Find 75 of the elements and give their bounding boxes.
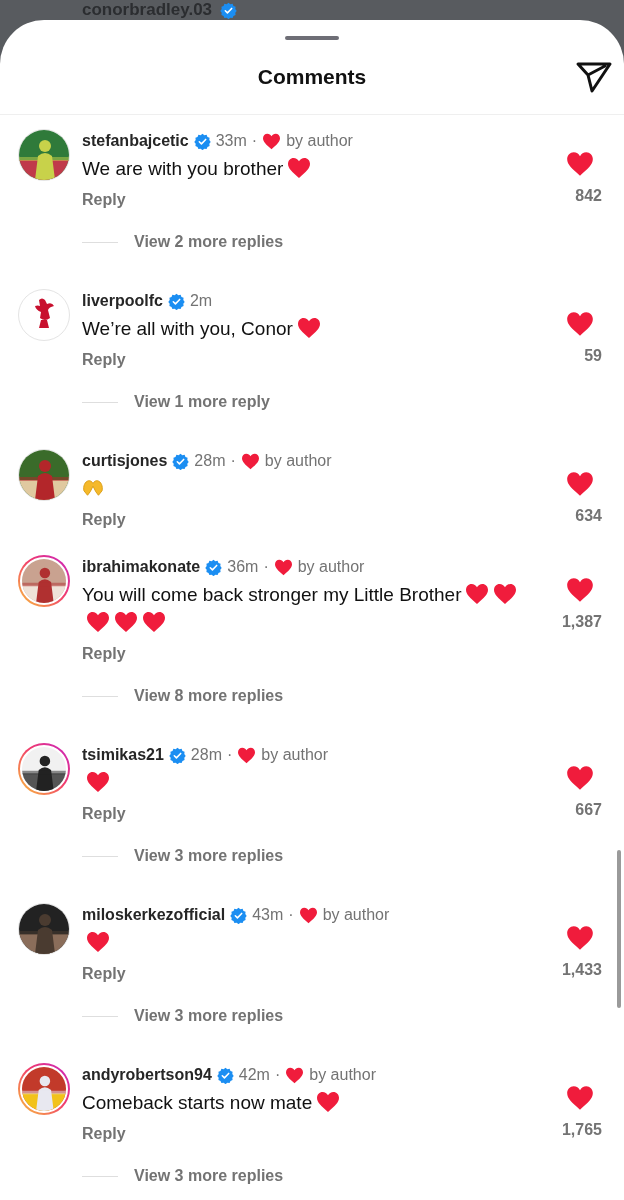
hands-emoji-icon — [82, 478, 104, 498]
separator-dot: · — [226, 746, 233, 764]
reply-link[interactable]: Reply — [82, 511, 126, 529]
comment-time: 43m — [252, 906, 284, 924]
like-button[interactable] — [566, 765, 594, 791]
heart-emoji-icon — [296, 317, 321, 339]
liked-by-author-label: by author — [297, 558, 365, 576]
separator-dot: · — [230, 452, 236, 470]
heart-emoji-icon — [142, 611, 166, 633]
comment-text: We’re all with you, Conor — [82, 318, 293, 339]
liked-by-author-label: by author — [261, 746, 328, 764]
drag-handle[interactable] — [285, 36, 339, 40]
sheet-title: Comments — [256, 65, 368, 89]
like-count: 1,433 — [561, 961, 602, 979]
separator-dot: · — [251, 132, 258, 150]
separator-dot: · — [263, 558, 269, 576]
reply-link[interactable]: Reply — [82, 805, 126, 823]
send-icon[interactable] — [575, 60, 613, 94]
reply-link[interactable]: Reply — [82, 965, 126, 983]
heart-emoji-icon — [86, 771, 110, 793]
comment-text: We are with you brother — [82, 158, 284, 179]
like-button[interactable] — [566, 471, 594, 497]
heart-emoji-icon — [86, 931, 110, 953]
user-avatar[interactable] — [18, 903, 70, 955]
comment-time: 28m — [194, 452, 226, 470]
like-count: 667 — [575, 801, 602, 819]
user-avatar[interactable] — [18, 555, 70, 607]
view-replies-link[interactable]: View 2 more replies — [134, 233, 284, 251]
liked-by-author-label: by author — [322, 906, 390, 924]
comment-time: 42m — [238, 1066, 270, 1084]
username[interactable]: curtisjones — [82, 452, 168, 470]
liked-by-author-label: by author — [286, 132, 353, 150]
like-button[interactable] — [566, 925, 594, 951]
view-replies-link[interactable]: View 3 more replies — [134, 847, 284, 865]
separator-dot: · — [288, 906, 294, 924]
heart-emoji-icon — [493, 583, 518, 605]
like-button[interactable] — [566, 1085, 594, 1111]
view-replies-link[interactable]: View 8 more replies — [134, 687, 284, 705]
heart-emoji-icon — [86, 611, 110, 633]
heart-emoji-icon — [465, 583, 490, 605]
heart-emoji-icon — [316, 1091, 341, 1113]
comment-time: 28m — [190, 746, 222, 764]
comment-time: 2m — [189, 292, 213, 310]
like-button[interactable] — [566, 311, 594, 337]
like-count: 1,387 — [561, 613, 602, 631]
username[interactable]: miloskerkezofficial — [82, 906, 226, 924]
like-button[interactable] — [566, 577, 594, 603]
user-avatar[interactable] — [18, 449, 70, 501]
liked-by-author-label: by author — [264, 452, 332, 470]
username[interactable]: ibrahimakonate — [82, 558, 201, 576]
like-count: 59 — [584, 347, 602, 365]
username[interactable]: tsimikas21 — [82, 746, 164, 764]
comment-text: Comeback starts now mate — [82, 1092, 313, 1113]
username[interactable]: liverpoolfc — [82, 292, 163, 310]
heart-emoji-icon — [287, 157, 312, 179]
reply-link[interactable]: Reply — [82, 191, 126, 209]
username[interactable]: stefanbajcetic — [82, 132, 189, 150]
view-replies-link[interactable]: View 3 more replies — [134, 1007, 284, 1025]
reply-link[interactable]: Reply — [82, 1125, 126, 1143]
like-button[interactable] — [566, 151, 594, 177]
liked-by-author-label: by author — [309, 1066, 376, 1084]
heart-emoji-icon — [114, 611, 138, 633]
comment-time: 33m — [215, 132, 247, 150]
user-avatar[interactable] — [18, 743, 70, 795]
username[interactable]: andyrobertson94 — [82, 1066, 212, 1084]
like-count: 842 — [575, 187, 602, 205]
comment-time: 36m — [227, 558, 259, 576]
reply-link[interactable]: Reply — [82, 351, 126, 369]
comment-text: You will come back stronger my Little Brother — [82, 584, 462, 605]
reply-link[interactable]: Reply — [82, 645, 126, 663]
like-count: 1,765 — [561, 1121, 602, 1139]
view-replies-link[interactable]: View 1 more reply — [134, 393, 270, 411]
like-count: 634 — [575, 507, 602, 525]
view-replies-link[interactable]: View 3 more replies — [134, 1167, 284, 1185]
separator-dot: · — [274, 1066, 281, 1084]
